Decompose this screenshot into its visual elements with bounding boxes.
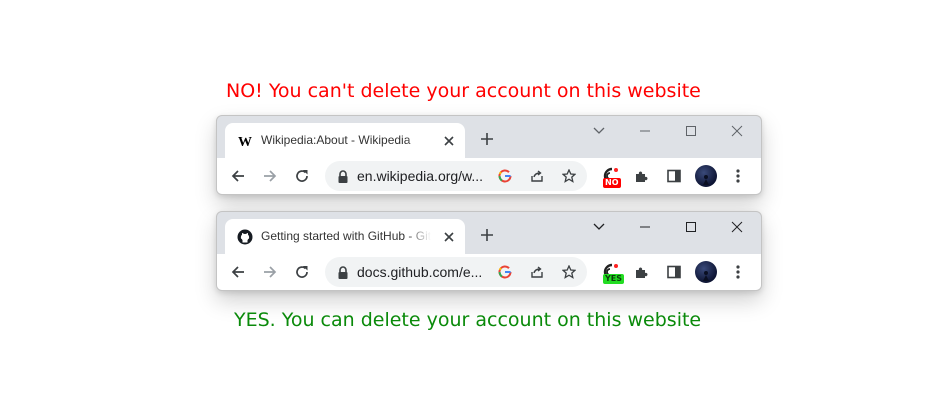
side-panel-icon[interactable]	[665, 167, 683, 185]
privacy-extension-icon[interactable]: YES	[599, 260, 625, 284]
tab-title: Getting started with GitHub - GitHub Doc…	[261, 229, 431, 243]
forward-arrow-icon[interactable]	[261, 167, 279, 185]
url-text[interactable]: en.wikipedia.org/w...	[357, 168, 485, 184]
lock-icon[interactable]	[337, 265, 349, 279]
share-icon[interactable]	[529, 264, 545, 280]
wikipedia-w-icon: W	[237, 133, 253, 149]
back-arrow-icon[interactable]	[229, 167, 247, 185]
new-tab-icon[interactable]	[479, 131, 495, 147]
tab-search-chevron-icon[interactable]	[591, 123, 607, 139]
minimize-icon[interactable]	[637, 219, 653, 235]
tab-title: Wikipedia:About - Wikipedia	[261, 133, 411, 147]
browser-window-github: Getting started with GitHub - GitHub Doc…	[216, 211, 762, 291]
profile-avatar[interactable]	[695, 165, 717, 187]
new-tab-icon[interactable]	[479, 227, 495, 243]
close-window-icon[interactable]	[729, 219, 745, 235]
extensions-puzzle-icon[interactable]	[633, 263, 651, 281]
google-lens-icon[interactable]	[497, 168, 513, 184]
share-icon[interactable]	[529, 168, 545, 184]
url-text[interactable]: docs.github.com/e...	[357, 264, 485, 280]
reload-icon[interactable]	[293, 167, 311, 185]
github-icon	[237, 229, 253, 245]
reload-icon[interactable]	[293, 263, 311, 281]
extension-status-badge: YES	[603, 274, 625, 284]
svg-text:W: W	[238, 135, 252, 149]
close-window-icon[interactable]	[729, 123, 745, 139]
yes-caption: YES. You can delete your account on this…	[234, 309, 702, 331]
bookmark-star-icon[interactable]	[561, 264, 577, 280]
kebab-menu-icon[interactable]	[729, 263, 747, 281]
address-bar[interactable]: docs.github.com/e...	[325, 257, 587, 287]
minimize-icon[interactable]	[637, 123, 653, 139]
maximize-icon[interactable]	[683, 123, 699, 139]
privacy-extension-icon[interactable]: NO	[599, 164, 623, 188]
no-caption: NO! You can't delete your account on thi…	[226, 80, 701, 102]
google-lens-icon[interactable]	[497, 264, 513, 280]
bookmark-star-icon[interactable]	[561, 168, 577, 184]
tab-search-chevron-icon[interactable]	[591, 219, 607, 235]
profile-avatar[interactable]	[695, 261, 717, 283]
close-tab-icon[interactable]	[441, 229, 457, 245]
close-tab-icon[interactable]	[441, 133, 457, 149]
forward-arrow-icon[interactable]	[261, 263, 279, 281]
lock-icon[interactable]	[337, 169, 349, 183]
extensions-puzzle-icon[interactable]	[633, 167, 651, 185]
tab-github[interactable]: Getting started with GitHub - GitHub Doc…	[225, 219, 465, 255]
browser-window-wikipedia: W Wikipedia:About - Wikipedia en.wikiped…	[216, 115, 762, 195]
maximize-icon[interactable]	[683, 219, 699, 235]
address-bar[interactable]: en.wikipedia.org/w...	[325, 161, 587, 191]
extension-status-badge: NO	[603, 178, 621, 188]
browser-toolbar: en.wikipedia.org/w... NO	[217, 158, 761, 194]
tab-wikipedia[interactable]: W Wikipedia:About - Wikipedia	[225, 123, 465, 159]
side-panel-icon[interactable]	[665, 263, 683, 281]
browser-toolbar: docs.github.com/e... YES	[217, 254, 761, 290]
back-arrow-icon[interactable]	[229, 263, 247, 281]
kebab-menu-icon[interactable]	[729, 167, 747, 185]
